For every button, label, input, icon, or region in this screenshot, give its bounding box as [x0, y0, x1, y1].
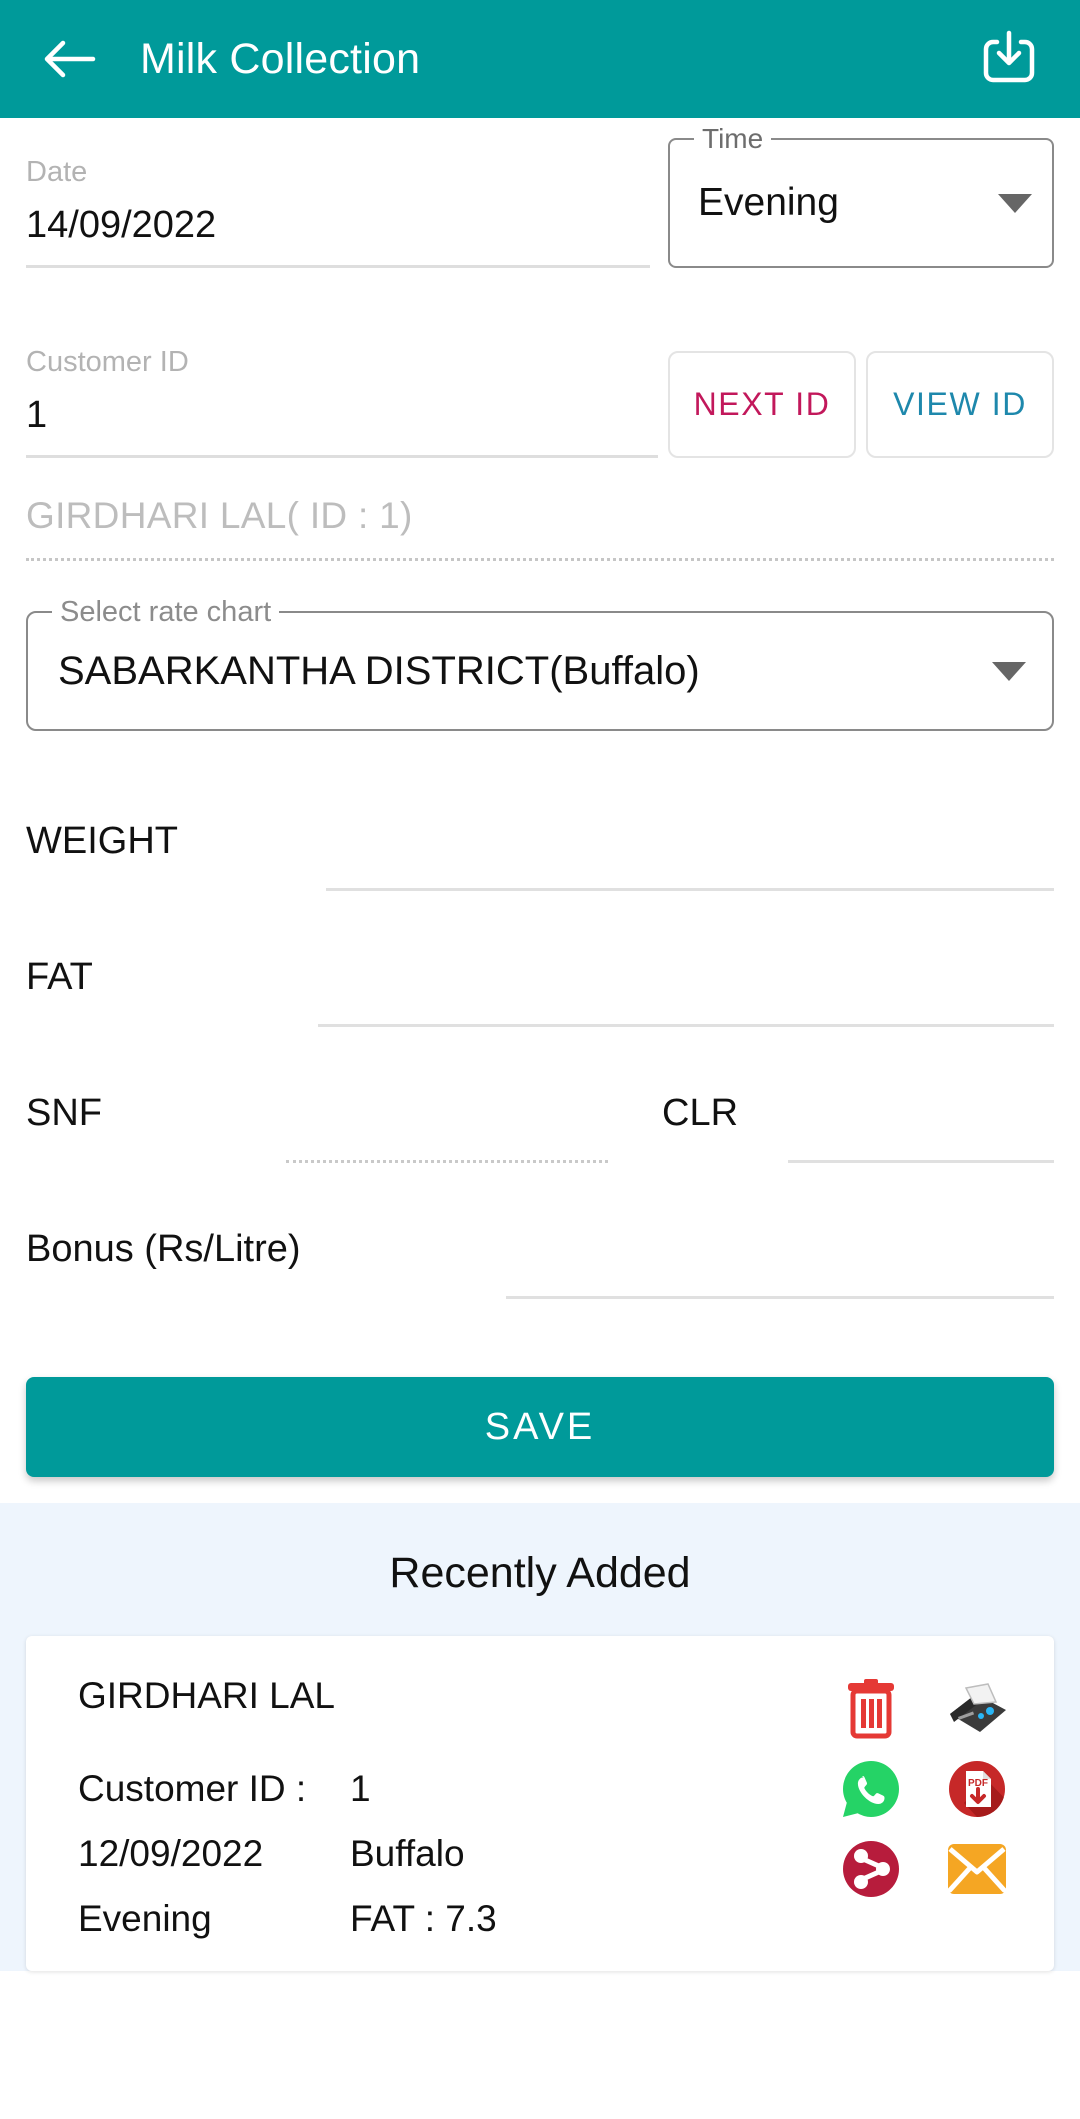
bonus-input[interactable] [506, 1215, 1054, 1299]
date-value: 14/09/2022 [26, 204, 217, 246]
date-time-row: Date 14/09/2022 Time Evening [26, 118, 1054, 268]
entry-customer-name: GIRDHARI LAL [78, 1675, 336, 1716]
bonus-label: Bonus (Rs/Litre) [26, 1228, 301, 1270]
entry-customer-id-label: Customer ID : [78, 1768, 307, 1809]
delete-icon[interactable] [832, 1670, 910, 1748]
time-dropdown[interactable]: Time Evening [668, 123, 1054, 268]
rate-chart-dropdown[interactable]: Select rate chart SABARKANTHA DISTRICT(B… [26, 595, 1054, 731]
email-icon[interactable] [938, 1830, 1016, 1908]
fat-row: FAT [26, 919, 1054, 1027]
time-value: Evening [698, 181, 839, 224]
clr-input[interactable] [788, 1079, 1054, 1163]
clr-label: CLR [662, 1092, 739, 1134]
snf-label: SNF [26, 1092, 102, 1134]
weight-row: WEIGHT [26, 783, 1054, 891]
next-id-button[interactable]: NEXT ID [668, 351, 856, 458]
date-field[interactable]: Date 14/09/2022 [26, 138, 650, 268]
printer-icon[interactable] [938, 1670, 1016, 1748]
entry-shift: Evening [78, 1898, 212, 1939]
recently-added-title: Recently Added [389, 1549, 691, 1597]
entry-actions: PDF [832, 1670, 1016, 1951]
customer-id-value: 1 [26, 394, 48, 436]
list-item[interactable]: GIRDHARI LAL Customer ID : 1 12/09/2022 … [26, 1636, 1054, 1971]
milk-collection-screen: Milk Collection Date 14/09/2022 Time Eve… [0, 0, 1080, 2119]
app-bar: Milk Collection [0, 0, 1080, 118]
snf-clr-row: SNF CLR [26, 1055, 1054, 1163]
entry-animal: Buffalo [350, 1833, 465, 1874]
rate-chart-label: Select rate chart [52, 595, 280, 629]
rate-chart-value: SABARKANTHA DISTRICT(Buffalo) [58, 648, 700, 693]
save-button[interactable]: SAVE [26, 1377, 1054, 1477]
bonus-row: Bonus (Rs/Litre) [26, 1191, 1054, 1299]
entry-fields: Customer ID : 1 12/09/2022 Buffalo Eveni… [78, 1756, 832, 1951]
time-label: Time [694, 123, 772, 155]
entry-date: 12/09/2022 [78, 1833, 264, 1874]
weight-input[interactable] [326, 807, 1054, 891]
customer-name-row: GIRDHARI LAL( ID : 1) [26, 492, 1054, 561]
collection-form: Date 14/09/2022 Time Evening Customer ID… [0, 118, 1080, 1477]
chevron-down-icon [992, 661, 1026, 681]
weight-label: WEIGHT [26, 820, 178, 862]
share-icon[interactable] [832, 1830, 910, 1908]
entry-fat: FAT : 7.3 [350, 1898, 497, 1939]
download-icon[interactable] [978, 28, 1040, 90]
fat-input[interactable] [318, 943, 1054, 1027]
arrow-left-icon[interactable] [40, 30, 98, 88]
whatsapp-icon[interactable] [832, 1750, 910, 1828]
date-label: Date [26, 156, 88, 188]
snf-input[interactable] [286, 1079, 608, 1163]
customer-name-text: GIRDHARI LAL( ID : 1) [26, 495, 413, 536]
pdf-download-icon[interactable]: PDF [938, 1750, 1016, 1828]
customer-id-field[interactable]: Customer ID 1 [26, 328, 658, 458]
fat-label: FAT [26, 956, 93, 998]
entry-customer-id-value: 1 [350, 1768, 371, 1809]
customer-id-label: Customer ID [26, 346, 189, 378]
chevron-down-icon [998, 193, 1032, 213]
view-id-button[interactable]: VIEW ID [866, 351, 1054, 458]
page-title: Milk Collection [140, 34, 421, 83]
recently-added-section: Recently Added GIRDHARI LAL Customer ID … [0, 1503, 1080, 1971]
entry-details: GIRDHARI LAL Customer ID : 1 12/09/2022 … [78, 1670, 832, 1951]
customer-id-row: Customer ID 1 NEXT ID VIEW ID [26, 308, 1054, 458]
